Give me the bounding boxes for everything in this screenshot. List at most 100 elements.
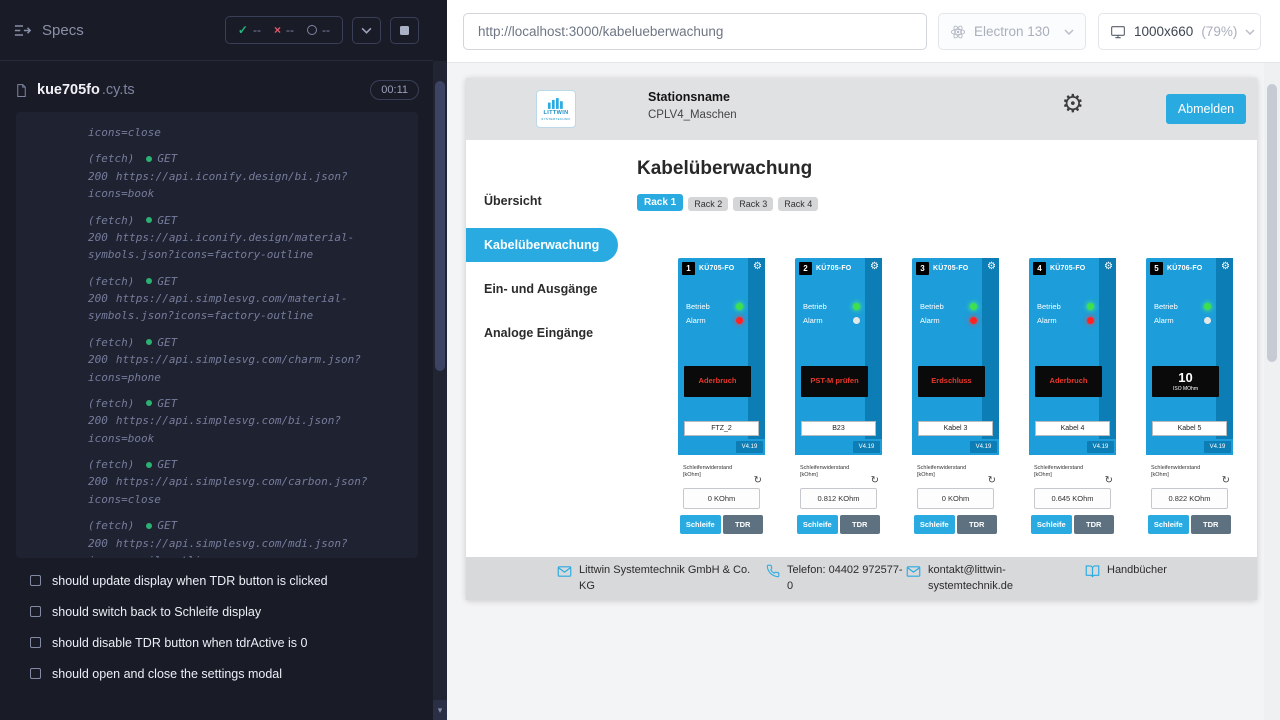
sidebar-item-label: Ein- und Ausgänge <box>484 282 597 296</box>
specs-toggle-icon[interactable] <box>14 24 32 37</box>
status-dot-icon <box>146 400 152 406</box>
footer-contact-item[interactable]: Littwin Systemtechnik GmbH & Co. KG <box>557 563 755 595</box>
betrieb-led-row: Betrieb <box>1154 302 1211 311</box>
sidebar-menu-item[interactable]: Kabelüberwachung <box>466 228 618 262</box>
schleife-button[interactable]: Schleife <box>797 515 838 534</box>
log-entry[interactable]: (fetch)GET 200https://api.iconify.design… <box>88 150 406 202</box>
logout-button[interactable]: Abmelden <box>1166 94 1246 124</box>
app-body: Übersicht Kabelüberwachung Ein- und Ausgän… <box>466 140 1257 557</box>
footer-contact-item[interactable]: Handbücher <box>1085 563 1167 579</box>
spec-file-row[interactable]: kue705fo .cy.ts 00:11 <box>14 80 419 100</box>
log-entry[interactable]: (fetch)GET 200https://api.simplesvg.com/… <box>88 273 406 325</box>
sidebar-menu-item[interactable]: Analoge Eingänge <box>466 316 618 350</box>
refresh-icon[interactable]: ↻ <box>1105 476 1113 486</box>
schleife-button[interactable]: Schleife <box>1031 515 1072 534</box>
refresh-icon[interactable]: ↻ <box>871 476 879 486</box>
measurement-label: Schleifenwiderstand [kOhm] <box>1151 465 1218 480</box>
rack-tab[interactable]: Rack 2 <box>688 197 728 211</box>
tdr-button[interactable]: TDR <box>840 515 881 534</box>
card-head: 3 KÜ705-FO <box>916 262 968 275</box>
settings-gear-icon[interactable]: ⚙ <box>1062 92 1084 117</box>
browser-selector[interactable]: Electron 130 <box>938 13 1086 50</box>
browser-toolbar: Electron 130 1000x660 (79%) <box>447 0 1280 63</box>
card-gear-icon[interactable]: ⚙ <box>987 262 996 272</box>
status-message: Aderbruch <box>1048 377 1090 386</box>
card-gear-icon[interactable]: ⚙ <box>870 262 879 272</box>
card-measurement-section: Schleifenwiderstand [kOhm] ↻ 0.822 KOhm … <box>1146 455 1233 557</box>
cable-name: Kabel 3 <box>918 421 993 436</box>
rack-tab[interactable]: Rack 4 <box>778 197 818 211</box>
card-model: KÜ705-FO <box>933 265 968 272</box>
betrieb-label: Betrieb <box>686 302 710 311</box>
card-gear-icon[interactable]: ⚙ <box>753 262 762 272</box>
rack-tab[interactable]: Rack 3 <box>733 197 773 211</box>
left-scrollbar-thumb[interactable] <box>435 81 445 371</box>
cable-name: Kabel 4 <box>1035 421 1110 436</box>
card-buttons: Schleife TDR <box>1148 515 1231 534</box>
page-scrollbar[interactable] <box>1264 63 1280 720</box>
scroll-down-button[interactable]: ▾ <box>433 700 447 720</box>
app-content: Kabelüberwachung Rack 1Rack 2Rack 3Rack … <box>618 140 1257 557</box>
refresh-icon[interactable]: ↻ <box>988 476 996 486</box>
firmware-version: V4.19 <box>853 441 880 453</box>
url-input[interactable] <box>463 13 927 50</box>
sidebar-item-label: Analoge Eingänge <box>484 326 593 340</box>
browser-name: Electron 130 <box>974 24 1050 39</box>
refresh-icon[interactable]: ↻ <box>754 476 762 486</box>
footer-contact-item[interactable]: kontakt@littwin-systemtechnik.de <box>906 563 1028 595</box>
rack-tab[interactable]: Rack 1 <box>637 194 683 211</box>
status-message: PST-M prüfen <box>808 377 860 386</box>
spec-duration-badge: 00:11 <box>370 80 419 100</box>
fetch-command: (fetch) <box>88 397 134 410</box>
viewport-selector[interactable]: 1000x660 (79%) <box>1098 13 1261 50</box>
sidebar-menu-item[interactable]: Übersicht <box>466 184 618 218</box>
card-gear-icon[interactable]: ⚙ <box>1104 262 1113 272</box>
measurement-value: 0.812 KOhm <box>800 488 877 509</box>
app-sidebar: Übersicht Kabelüberwachung Ein- und Ausgän… <box>466 140 618 557</box>
log-entry[interactable]: (fetch)GET 200https://api.iconify.design… <box>88 212 406 264</box>
betrieb-label: Betrieb <box>920 302 944 311</box>
sidebar-menu-item[interactable]: Ein- und Ausgänge <box>466 272 618 306</box>
tdr-button[interactable]: TDR <box>1191 515 1232 534</box>
refresh-icon[interactable]: ↻ <box>1222 476 1230 486</box>
footer-contact-item[interactable]: Telefon: 04402 972577-0 <box>766 563 906 595</box>
card-gear-icon[interactable]: ⚙ <box>1221 262 1230 272</box>
measurement-label: Schleifenwiderstand [kOhm] <box>1034 465 1101 480</box>
tdr-button[interactable]: TDR <box>957 515 998 534</box>
fetch-command: (fetch) <box>88 336 134 349</box>
schleife-button[interactable]: Schleife <box>680 515 721 534</box>
schleife-button[interactable]: Schleife <box>1148 515 1189 534</box>
test-item[interactable]: should update display when TDR button is… <box>0 566 433 597</box>
alarm-led <box>1087 317 1094 324</box>
test-item[interactable]: should disable TDR button when tdrActive… <box>0 628 433 659</box>
log-entry[interactable]: (fetch)GET 200https://api.simplesvg.com/… <box>88 395 406 447</box>
test-item[interactable]: should switch back to Schleife display <box>0 597 433 628</box>
run-stats[interactable]: ✓-- ×-- -- <box>225 16 343 44</box>
card-measurement-section: Schleifenwiderstand [kOhm] ↻ 0.812 KOhm … <box>795 455 882 557</box>
log-entry[interactable]: (fetch)GET 200https://api.simplesvg.com/… <box>88 334 406 386</box>
log-entry[interactable]: (fetch)GET 200https://api.simplesvg.com/… <box>88 517 406 558</box>
device-card: 3 KÜ705-FO ⚙ Betrieb Alarm Erdschluss <box>912 258 999 557</box>
card-number: 1 <box>682 262 695 275</box>
schleife-button[interactable]: Schleife <box>914 515 955 534</box>
device-card: 5 KÜ706-FO ⚙ Betrieb Alarm 10 ISO MOhm <box>1146 258 1233 557</box>
card-model: KÜ705-FO <box>699 265 734 272</box>
book-icon <box>1085 564 1100 579</box>
measurement-label: Schleifenwiderstand [kOhm] <box>800 465 867 480</box>
stop-button[interactable] <box>390 17 419 44</box>
firmware-version: V4.19 <box>1087 441 1114 453</box>
measurement-value: 0 KOhm <box>917 488 994 509</box>
left-scrollbar[interactable]: ▾ <box>433 61 447 720</box>
card-number: 3 <box>916 262 929 275</box>
passed-count: -- <box>253 23 261 37</box>
collapse-button[interactable] <box>352 17 381 44</box>
specs-title: Specs <box>42 22 84 39</box>
test-item[interactable]: should open and close the settings modal <box>0 659 433 690</box>
alarm-led <box>736 317 743 324</box>
pending-count: -- <box>322 23 330 37</box>
page-scrollbar-thumb[interactable] <box>1267 84 1277 362</box>
status-display: Erdschluss <box>918 366 985 397</box>
tdr-button[interactable]: TDR <box>723 515 764 534</box>
log-entry[interactable]: (fetch)GET 200https://api.simplesvg.com/… <box>88 456 406 508</box>
tdr-button[interactable]: TDR <box>1074 515 1115 534</box>
